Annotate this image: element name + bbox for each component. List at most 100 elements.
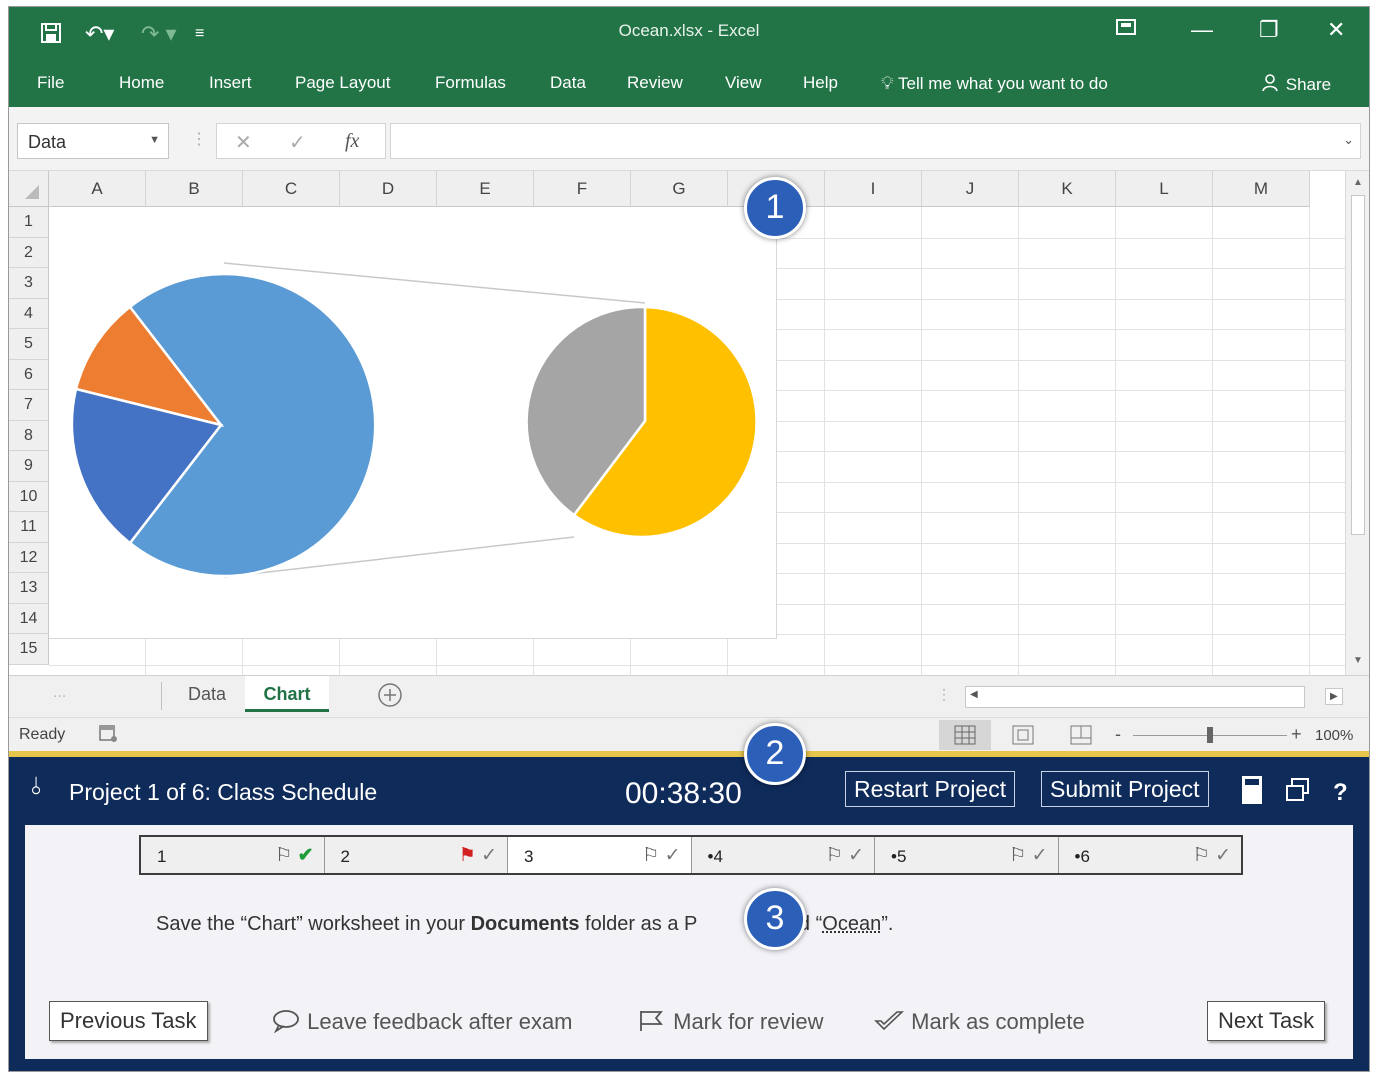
- tab-page-layout[interactable]: Page Layout: [295, 73, 390, 93]
- zoom-in-icon[interactable]: +: [1291, 724, 1302, 745]
- zoom-level[interactable]: 100%: [1315, 727, 1353, 744]
- name-box[interactable]: Data ▼: [17, 123, 169, 159]
- task-tab-3[interactable]: 3 ⚐ ✓: [508, 837, 692, 873]
- flag-icon[interactable]: ⚐: [642, 845, 659, 866]
- column-header[interactable]: K: [1019, 171, 1116, 207]
- row-header[interactable]: 9: [9, 451, 49, 482]
- column-header[interactable]: A: [49, 171, 146, 207]
- close-icon[interactable]: ✕: [1327, 17, 1345, 43]
- restore-window-icon[interactable]: [1285, 777, 1311, 808]
- row-header[interactable]: 10: [9, 481, 49, 512]
- checkmark-icon[interactable]: ✓: [476, 845, 497, 866]
- chevron-down-icon[interactable]: ▼: [149, 134, 160, 146]
- checkmark-icon[interactable]: ✔: [292, 845, 314, 866]
- tell-me-box[interactable]: 💡︎ Tell me what you want to do: [881, 73, 1108, 94]
- scroll-up-icon[interactable]: ▲: [1353, 177, 1363, 188]
- flag-icon[interactable]: ⚐: [1193, 845, 1210, 866]
- tab-data[interactable]: Data: [550, 73, 586, 93]
- tab-view[interactable]: View: [725, 73, 762, 93]
- tab-home[interactable]: Home: [119, 73, 164, 93]
- restart-project-button[interactable]: Restart Project: [845, 771, 1016, 807]
- row-header[interactable]: 2: [9, 237, 49, 268]
- scroll-thumb[interactable]: [1351, 195, 1365, 535]
- flag-icon[interactable]: ⚐: [275, 845, 292, 866]
- column-header[interactable]: D: [340, 171, 437, 207]
- column-header[interactable]: G: [631, 171, 728, 207]
- row-header[interactable]: 1: [9, 207, 49, 238]
- row-header[interactable]: 6: [9, 359, 49, 390]
- column-header[interactable]: F: [534, 171, 631, 207]
- split-grip-icon[interactable]: ⋮: [937, 686, 951, 703]
- enter-icon[interactable]: ✓: [289, 130, 306, 155]
- checkmark-icon[interactable]: ✓: [1210, 845, 1231, 866]
- row-header[interactable]: 8: [9, 420, 49, 451]
- flag-icon[interactable]: ⚐: [1009, 845, 1026, 866]
- previous-task-button[interactable]: Previous Task: [49, 1001, 208, 1041]
- row-header[interactable]: 14: [9, 603, 49, 634]
- scroll-left-icon[interactable]: ◀: [970, 689, 978, 700]
- row-header[interactable]: 3: [9, 268, 49, 299]
- pin-icon[interactable]: ⫰: [31, 773, 41, 801]
- sheet-nav-ellipsis[interactable]: ...: [53, 684, 66, 702]
- mark-for-review-button[interactable]: Mark for review: [637, 1009, 823, 1035]
- sheet-tab-data[interactable]: Data: [169, 676, 245, 712]
- select-all-corner[interactable]: [9, 171, 49, 207]
- row-header[interactable]: 11: [9, 512, 49, 543]
- cancel-icon[interactable]: ✕: [235, 130, 252, 155]
- column-header[interactable]: B: [146, 171, 243, 207]
- submit-project-button[interactable]: Submit Project: [1041, 771, 1209, 807]
- expand-formula-icon[interactable]: ⌄: [1343, 132, 1354, 148]
- scroll-down-icon[interactable]: ▼: [1353, 655, 1363, 666]
- mark-as-complete-button[interactable]: Mark as complete: [873, 1009, 1085, 1035]
- task-tab-6[interactable]: •6 ⚐ ✓: [1058, 837, 1241, 873]
- horizontal-scrollbar[interactable]: ◀: [965, 686, 1305, 708]
- task-tab-2[interactable]: 2 ⚑ ✓: [324, 837, 508, 873]
- add-sheet-icon[interactable]: [377, 682, 403, 713]
- column-header[interactable]: J: [922, 171, 1019, 207]
- tab-help[interactable]: Help: [803, 73, 838, 93]
- row-header[interactable]: 5: [9, 329, 49, 360]
- row-header[interactable]: 12: [9, 542, 49, 573]
- flag-filled-icon[interactable]: ⚑: [459, 845, 476, 866]
- worksheet-grid[interactable]: ABCDEFGHIJKLM 123456789101112131415: [9, 171, 1345, 675]
- row-header[interactable]: 15: [9, 634, 49, 665]
- pie-of-pie-chart[interactable]: [49, 207, 777, 639]
- sheet-tab-chart[interactable]: Chart: [245, 676, 329, 712]
- instruction-filename[interactable]: Ocean: [822, 913, 881, 935]
- column-header[interactable]: M: [1213, 171, 1310, 207]
- next-task-button[interactable]: Next Task: [1207, 1001, 1326, 1041]
- vertical-scrollbar[interactable]: ▲ ▼: [1345, 171, 1369, 675]
- task-tab-4[interactable]: •4 ⚐ ✓: [691, 837, 875, 873]
- checkmark-icon[interactable]: ✓: [1026, 845, 1048, 866]
- fx-icon[interactable]: fx: [345, 130, 359, 153]
- share-button[interactable]: Share: [1261, 73, 1331, 95]
- checkmark-icon[interactable]: ✓: [659, 845, 681, 866]
- tab-file[interactable]: File: [37, 73, 64, 93]
- task-tab-1[interactable]: 1 ⚐ ✔: [141, 837, 325, 873]
- row-header[interactable]: 4: [9, 298, 49, 329]
- normal-view-button[interactable]: [939, 720, 991, 750]
- page-layout-icon[interactable]: [1011, 724, 1035, 751]
- page-break-preview-icon[interactable]: [1069, 724, 1093, 751]
- column-header[interactable]: E: [437, 171, 534, 207]
- leave-feedback-button[interactable]: Leave feedback after exam: [271, 1009, 573, 1035]
- tab-review[interactable]: Review: [627, 73, 683, 93]
- ribbon-display-icon[interactable]: [1115, 17, 1137, 43]
- minimize-icon[interactable]: —: [1191, 17, 1213, 43]
- column-header[interactable]: L: [1116, 171, 1213, 207]
- column-header[interactable]: I: [825, 171, 922, 207]
- row-header[interactable]: 7: [9, 390, 49, 421]
- help-icon[interactable]: ?: [1333, 779, 1348, 807]
- task-tab-5[interactable]: •5 ⚐ ✓: [875, 837, 1059, 873]
- zoom-slider-thumb[interactable]: [1207, 727, 1213, 743]
- calculator-icon[interactable]: [1241, 775, 1263, 810]
- column-header[interactable]: C: [243, 171, 340, 207]
- macro-record-icon[interactable]: [97, 722, 119, 749]
- tab-formulas[interactable]: Formulas: [435, 73, 506, 93]
- scroll-right-icon[interactable]: ▶: [1325, 688, 1343, 705]
- flag-icon[interactable]: ⚐: [826, 845, 843, 866]
- row-header[interactable]: 13: [9, 573, 49, 604]
- tab-insert[interactable]: Insert: [209, 73, 252, 93]
- restore-icon[interactable]: ❐: [1259, 17, 1279, 43]
- checkmark-icon[interactable]: ✓: [843, 845, 864, 866]
